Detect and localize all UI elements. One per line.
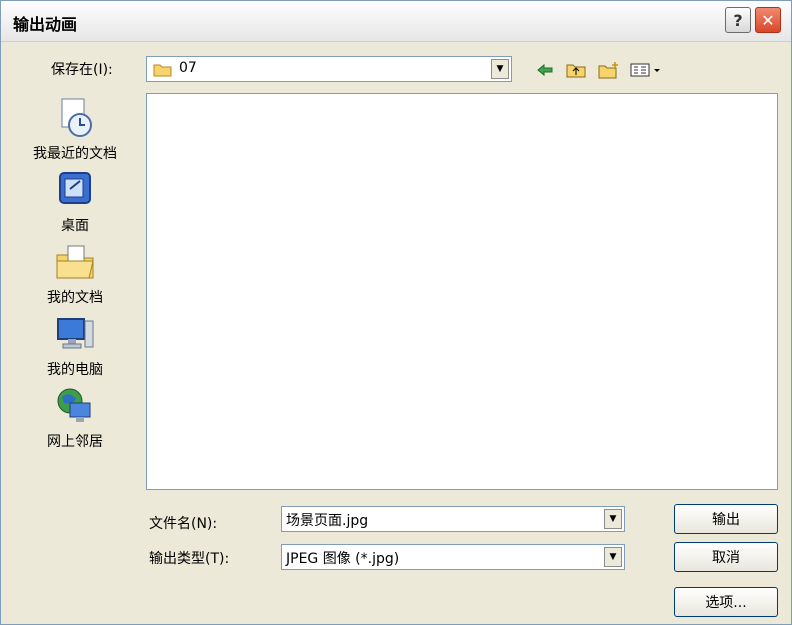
folder-icon xyxy=(153,64,172,77)
lookin-value: 07 xyxy=(179,60,197,76)
file-list-pane[interactable] xyxy=(146,93,778,490)
filetype-dropdown[interactable]: JPEG 图像 (*.jpg) ▼ xyxy=(281,544,625,570)
place-network-places[interactable]: 网上邻居 xyxy=(15,385,135,451)
export-animation-dialog: 输出动画 ? ✕ 保存在(I): 07 ▼ 我最近的文档 桌面 我的文档 我的电… xyxy=(0,0,792,625)
lookin-label: 保存在(I): xyxy=(51,62,113,78)
help-icon: ? xyxy=(733,10,743,30)
close-icon: ✕ xyxy=(761,10,775,30)
desktop-icon xyxy=(59,172,91,204)
place-desktop[interactable]: 桌面 xyxy=(15,169,135,235)
filename-value[interactable]: 场景页面.jpg xyxy=(286,510,368,530)
place-label: 我最近的文档 xyxy=(33,146,117,162)
place-my-computer[interactable]: 我的电脑 xyxy=(15,313,135,379)
options-button[interactable]: 选项... xyxy=(674,587,778,617)
cancel-button[interactable]: 取消 xyxy=(674,542,778,572)
dialog-title: 输出动画 xyxy=(13,15,78,34)
filename-label: 文件名(N): xyxy=(149,516,218,532)
filetype-value: JPEG 图像 (*.jpg) xyxy=(286,551,400,567)
back-arrow-icon[interactable] xyxy=(535,59,555,81)
title-bar: 输出动画 ? ✕ xyxy=(1,1,791,42)
view-menu-icon[interactable] xyxy=(629,59,665,81)
chevron-down-icon[interactable]: ▼ xyxy=(491,59,509,79)
filename-field[interactable]: 场景页面.jpg ▼ xyxy=(281,506,625,532)
place-my-documents[interactable]: 我的文档 xyxy=(15,241,135,307)
filetype-label: 输出类型(T): xyxy=(149,551,230,567)
cancel-button-label: 取消 xyxy=(712,550,740,566)
place-label: 网上邻居 xyxy=(47,434,103,450)
up-folder-icon[interactable] xyxy=(565,59,587,81)
close-button[interactable]: ✕ xyxy=(755,7,781,33)
chevron-down-icon[interactable]: ▼ xyxy=(604,509,622,529)
my-documents-icon xyxy=(56,245,94,279)
my-computer-icon xyxy=(57,318,94,349)
chevron-down-icon[interactable]: ▼ xyxy=(604,547,622,567)
lookin-dropdown[interactable]: 07 ▼ xyxy=(146,56,512,82)
network-places-icon xyxy=(57,388,91,422)
options-button-label: 选项... xyxy=(705,595,747,611)
export-button[interactable]: 输出 xyxy=(674,504,778,534)
export-button-label: 输出 xyxy=(712,512,740,528)
help-button[interactable]: ? xyxy=(725,7,751,33)
place-recent-documents[interactable]: 我最近的文档 xyxy=(15,97,135,163)
recent-documents-icon xyxy=(61,98,92,137)
place-label: 桌面 xyxy=(61,218,89,234)
new-folder-icon[interactable] xyxy=(597,59,621,81)
place-label: 我的电脑 xyxy=(47,362,103,378)
place-label: 我的文档 xyxy=(47,290,103,306)
